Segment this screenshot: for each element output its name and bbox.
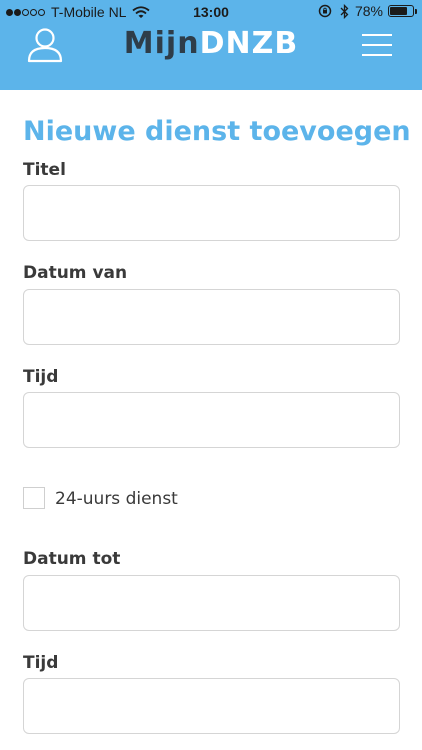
menu-line-icon: [362, 44, 392, 46]
page-title: Nieuwe dienst toevoegen: [23, 116, 411, 147]
date-from-input[interactable]: [23, 289, 400, 345]
app-logo: MijnDNZB: [0, 26, 422, 61]
status-right: 78%: [318, 3, 417, 19]
hamburger-menu-button[interactable]: [362, 34, 392, 58]
date-to-input[interactable]: [23, 575, 400, 631]
status-bar: T-Mobile NL 13:00 78%: [0, 0, 422, 24]
logo-text-part1: Mijn: [123, 26, 200, 61]
bluetooth-icon: [340, 3, 349, 19]
orientation-lock-icon: [318, 4, 332, 18]
time-from-input[interactable]: [23, 392, 400, 448]
menu-line-icon: [362, 54, 392, 56]
battery-fill: [390, 7, 408, 15]
title-input[interactable]: [23, 185, 400, 241]
date-from-label: Datum van: [23, 263, 128, 283]
24-hour-shift-label: 24-uurs dienst: [55, 489, 178, 509]
battery-percentage: 78%: [354, 3, 383, 19]
date-to-label: Datum tot: [23, 549, 121, 569]
time-to-label: Tijd: [23, 653, 59, 673]
battery-icon: [388, 5, 417, 17]
menu-line-icon: [362, 34, 392, 36]
24-hour-shift-checkbox[interactable]: [23, 487, 45, 509]
time-from-label: Tijd: [23, 367, 59, 387]
app-header: T-Mobile NL 13:00 78% MijnDNZB: [0, 0, 422, 90]
time-to-input[interactable]: [23, 678, 400, 734]
logo-text-part2: DNZB: [199, 26, 299, 61]
title-label: Titel: [23, 160, 66, 180]
